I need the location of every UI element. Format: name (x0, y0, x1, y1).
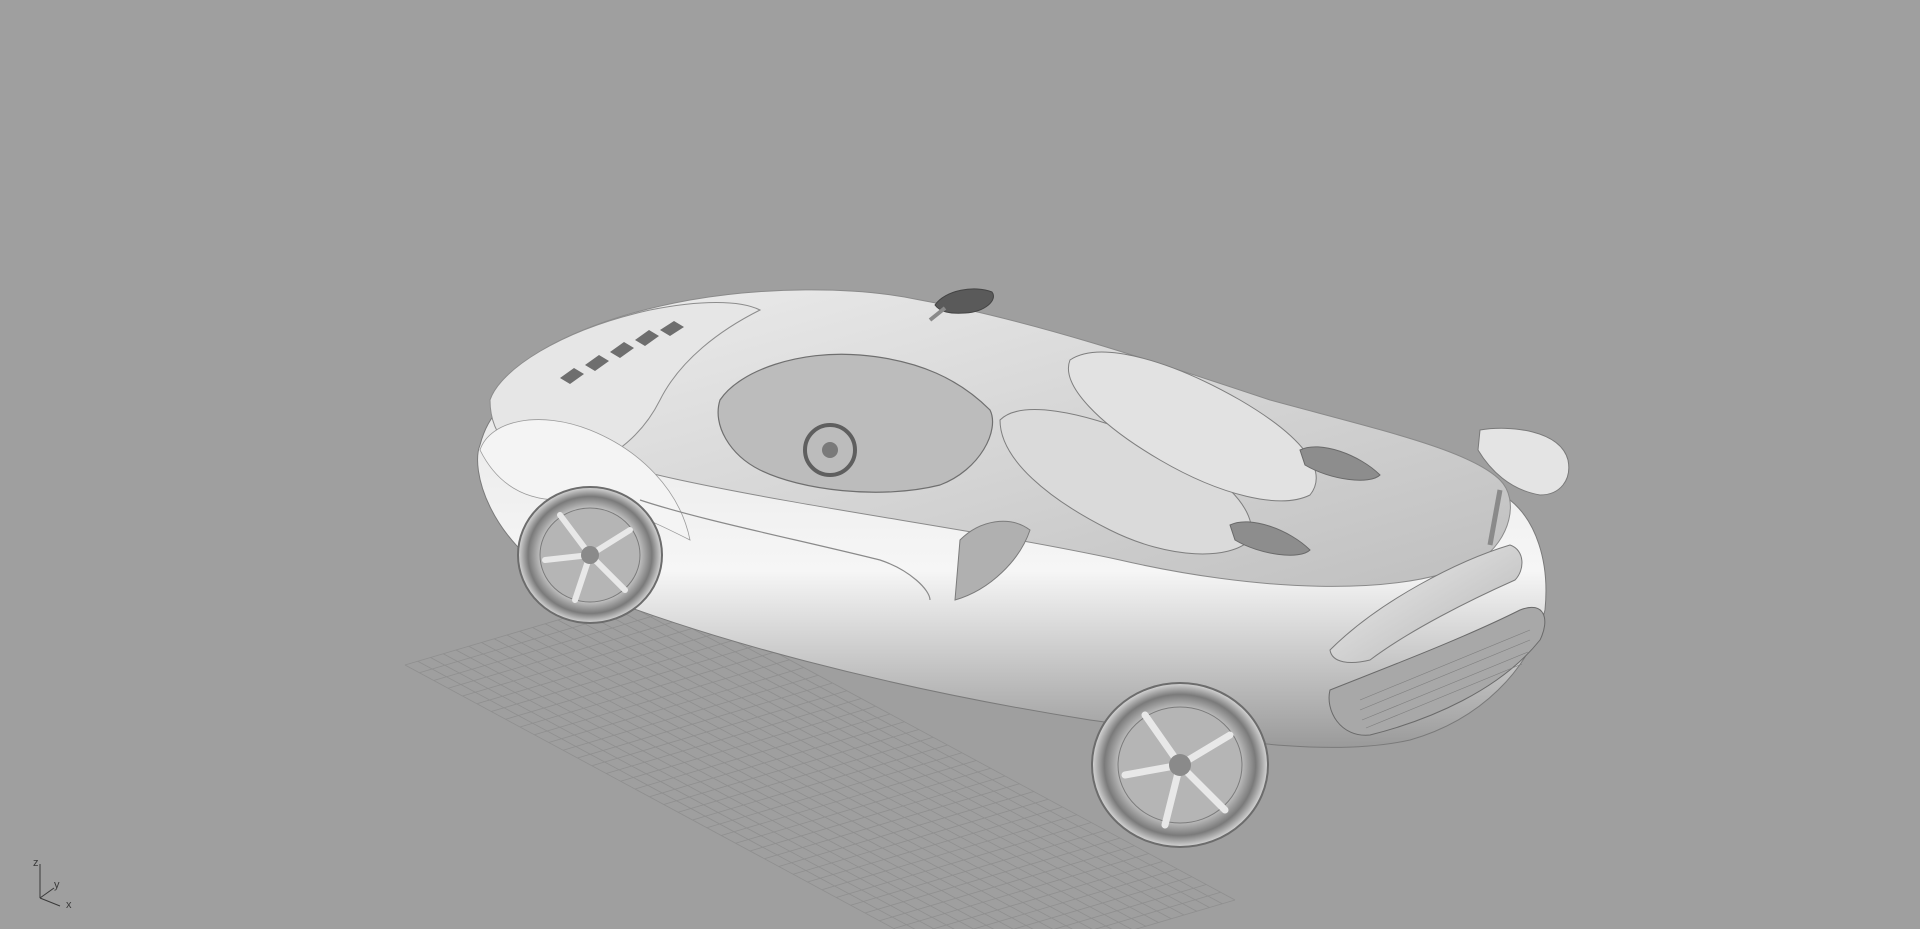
rear-wheel (1091, 682, 1269, 848)
x-axis-label: x (66, 899, 72, 908)
z-axis-label: z (33, 858, 39, 869)
grid-line (1012, 876, 1192, 929)
grid-line (972, 868, 1178, 929)
grid-line (1134, 899, 1236, 929)
y-axis-line (39, 887, 55, 899)
x-axis-line (39, 897, 61, 907)
y-axis-label: y (54, 879, 60, 891)
front-wheel (517, 486, 663, 624)
steering-hub (822, 442, 838, 458)
axis-gizmo: z y x (33, 858, 72, 908)
grid-line (931, 860, 1164, 929)
3d-viewport[interactable]: z y x (0, 0, 1920, 929)
viewport-scene[interactable] (0, 0, 1920, 929)
grid-line (443, 653, 955, 929)
